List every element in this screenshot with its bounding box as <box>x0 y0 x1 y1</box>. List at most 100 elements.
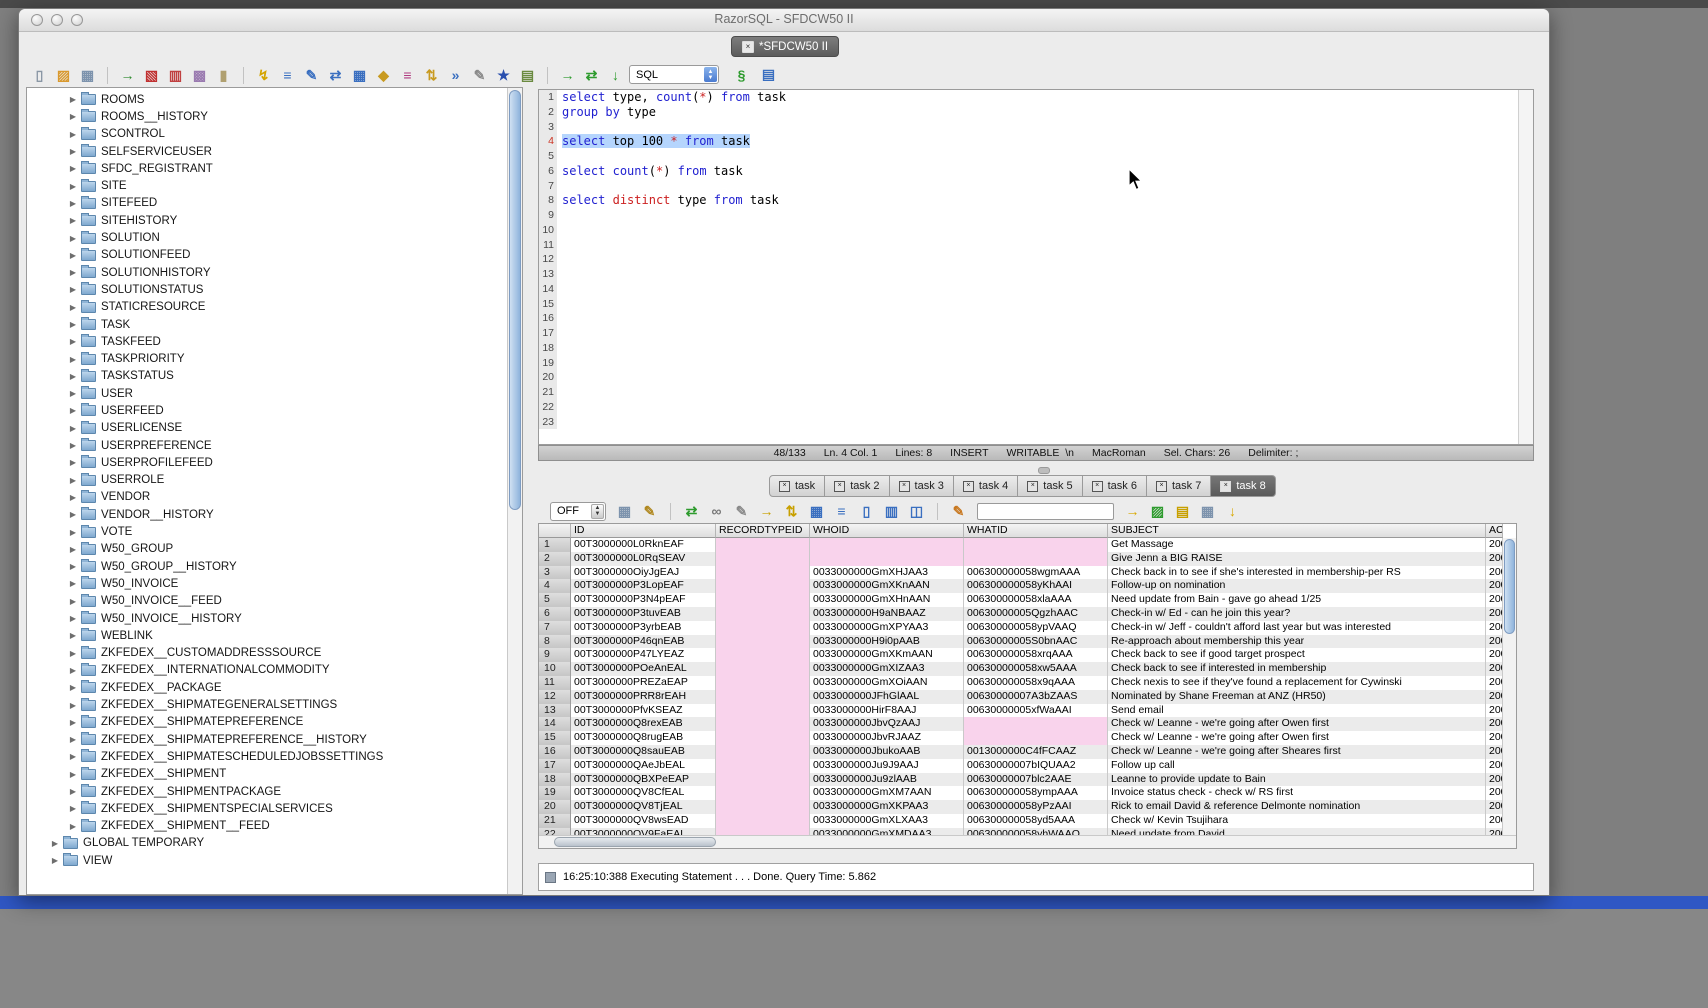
tree-item[interactable]: ▶TASKPRIORITY <box>27 350 507 367</box>
disclosure-triangle-icon[interactable]: ▶ <box>67 285 79 294</box>
grid-cell[interactable]: Check w/ Kevin Tsujihara <box>1108 814 1486 828</box>
disclosure-triangle-icon[interactable]: ▶ <box>67 787 79 796</box>
disclosure-triangle-icon[interactable]: ▶ <box>67 320 79 329</box>
row-number-cell[interactable]: 10 <box>539 662 571 676</box>
row-number-cell[interactable]: 16 <box>539 745 571 759</box>
tree-item[interactable]: ▶ZKFEDEX__INTERNATIONALCOMMODITY <box>27 662 507 679</box>
tree-item[interactable]: ▶SELFSERVICEUSER <box>27 143 507 160</box>
disclosure-triangle-icon[interactable]: ▶ <box>67 701 79 710</box>
new-file-icon[interactable]: ▯ <box>29 65 50 86</box>
editor-line[interactable]: 1select type, count(*) from task <box>539 90 1533 105</box>
editor-line[interactable]: 21 <box>539 385 1533 400</box>
grid-cell[interactable]: 00T3000000P3yrbEAB <box>571 621 716 635</box>
row-number-cell[interactable]: 6 <box>539 607 571 621</box>
editor-line[interactable]: 8select distinct type from task <box>539 193 1533 208</box>
grid-cell[interactable]: 00T3000000QV8TjEAL <box>571 800 716 814</box>
grid-cell[interactable]: Check back to see if good target prospec… <box>1108 648 1486 662</box>
disclosure-triangle-icon[interactable]: ▶ <box>67 683 79 692</box>
row-number-cell[interactable]: 13 <box>539 704 571 718</box>
grid-cell[interactable]: Re-approach about membership this year <box>1108 635 1486 649</box>
editor-line[interactable]: 7 <box>539 179 1533 194</box>
grid-cell[interactable]: Nominated by Shane Freeman at ANZ (HR50) <box>1108 690 1486 704</box>
statement-type-select[interactable]: SQL ▲▼ <box>629 65 719 84</box>
grid-cell[interactable] <box>964 552 1108 566</box>
close-tab-icon[interactable]: × <box>963 481 974 492</box>
edit-query-icon[interactable]: ✎ <box>301 65 322 86</box>
disclosure-triangle-icon[interactable]: ▶ <box>67 614 79 623</box>
disclosure-triangle-icon[interactable]: ▶ <box>67 458 79 467</box>
grid-cell[interactable] <box>716 648 810 662</box>
grid-cell[interactable]: 006300000058xrqAAA <box>964 648 1108 662</box>
grid-cell[interactable]: 00T3000000PfvKSEAZ <box>571 704 716 718</box>
disclosure-triangle-icon[interactable]: ▶ <box>67 476 79 485</box>
grid-cell[interactable] <box>716 717 810 731</box>
grid-cell[interactable]: 006300000058xw5AAA <box>964 662 1108 676</box>
grid-cell[interactable] <box>716 621 810 635</box>
tree-item[interactable]: ▶STATICRESOURCE <box>27 299 507 316</box>
disclosure-triangle-icon[interactable]: ▶ <box>67 337 79 346</box>
list-pink-icon[interactable]: ≡ <box>397 65 418 86</box>
row-limit-select[interactable]: OFF ▲▼ <box>550 502 606 521</box>
editor-line[interactable]: 9 <box>539 208 1533 223</box>
grid-cell[interactable]: 006300000058ympAAA <box>964 786 1108 800</box>
disclosure-triangle-icon[interactable]: ▶ <box>67 182 79 191</box>
grid-cell[interactable]: 0033000000H9aNBAAZ <box>810 607 964 621</box>
grid-cell[interactable] <box>716 814 810 828</box>
disclosure-triangle-icon[interactable]: ▶ <box>67 579 79 588</box>
grid-cell[interactable] <box>810 538 964 552</box>
grid-cell[interactable]: 200 <box>1486 800 1503 814</box>
grid-cell[interactable]: 006300000058wgmAAA <box>964 566 1108 580</box>
row-number-cell[interactable]: 21 <box>539 814 571 828</box>
column-header[interactable]: WHATID <box>964 524 1108 538</box>
editor-line[interactable]: 20 <box>539 370 1533 385</box>
grid-cell[interactable]: 0033000000JbukoAAB <box>810 745 964 759</box>
grid-cell[interactable]: 00T3000000P46qnEAB <box>571 635 716 649</box>
disclosure-triangle-icon[interactable]: ▶ <box>67 355 79 364</box>
column-header[interactable]: AC <box>1486 524 1503 538</box>
disclosure-triangle-icon[interactable]: ▶ <box>67 268 79 277</box>
disclosure-triangle-icon[interactable]: ▶ <box>67 147 79 156</box>
grid-cell[interactable]: 00T3000000L0RknEAF <box>571 538 716 552</box>
grid-cell[interactable]: 200 <box>1486 579 1503 593</box>
grid-cell[interactable]: 00630000007blc2AAE <box>964 773 1108 787</box>
grid-cell[interactable]: 0033000000GmXKPAA3 <box>810 800 964 814</box>
tree-item[interactable]: ▶USERPREFERENCE <box>27 437 507 454</box>
disclosure-triangle-icon[interactable]: ▶ <box>67 804 79 813</box>
disclosure-triangle-icon[interactable]: ▶ <box>67 752 79 761</box>
grid-cell[interactable]: 0033000000GmXIZAA3 <box>810 662 964 676</box>
disclosure-triangle-icon[interactable]: ▶ <box>67 649 79 658</box>
grid-cell[interactable] <box>716 552 810 566</box>
grid-cell[interactable]: 00T3000000Q8sauEAB <box>571 745 716 759</box>
row-number-cell[interactable]: 8 <box>539 635 571 649</box>
grid-cell[interactable]: 0033000000JbvQzAAJ <box>810 717 964 731</box>
grid-cell[interactable]: 006300000058xlaAAA <box>964 593 1108 607</box>
disclosure-triangle-icon[interactable]: ▶ <box>67 130 79 139</box>
disclosure-triangle-icon[interactable]: ▶ <box>67 406 79 415</box>
grid-cell[interactable] <box>716 704 810 718</box>
grid-cell[interactable]: 200 <box>1486 635 1503 649</box>
grid-cell[interactable] <box>716 745 810 759</box>
execute-lightning-icon[interactable]: ↯ <box>253 65 274 86</box>
editor-line[interactable]: 15 <box>539 297 1533 312</box>
grid-cell[interactable]: 0033000000GmXKmAAN <box>810 648 964 662</box>
row-number-cell[interactable]: 17 <box>539 759 571 773</box>
switch-arrows-icon[interactable]: ⇄ <box>581 65 602 86</box>
grid-cell[interactable]: 00T3000000QV8CfEAL <box>571 786 716 800</box>
grid-cell[interactable]: 0033000000GmXPYAA3 <box>810 621 964 635</box>
close-tab-icon[interactable]: × <box>1220 481 1231 492</box>
editor-line[interactable]: 4select top 100 * from task <box>539 134 1533 149</box>
close-tab-icon[interactable]: × <box>1027 481 1038 492</box>
disclosure-triangle-icon[interactable]: ▶ <box>67 597 79 606</box>
grid-cell[interactable]: 00T3000000OiyJgEAJ <box>571 566 716 580</box>
editor-line[interactable]: 2group by type <box>539 105 1533 120</box>
disclosure-triangle-icon[interactable]: ▶ <box>49 839 61 848</box>
grid-cell[interactable]: Leanne to provide update to Bain <box>1108 773 1486 787</box>
disclosure-triangle-icon[interactable]: ▶ <box>67 545 79 554</box>
grid-cell[interactable]: Check w/ Leanne - we're going after Owen… <box>1108 717 1486 731</box>
close-tab-icon[interactable]: × <box>779 481 790 492</box>
grid-cell[interactable]: 00T3000000P3LopEAF <box>571 579 716 593</box>
grid-cell[interactable]: 200 <box>1486 621 1503 635</box>
tree-item[interactable]: ▶GLOBAL TEMPORARY <box>27 835 507 852</box>
table-star-icon[interactable]: ▤ <box>517 65 538 86</box>
document-tab[interactable]: × *SFDCW50 II <box>731 36 839 57</box>
